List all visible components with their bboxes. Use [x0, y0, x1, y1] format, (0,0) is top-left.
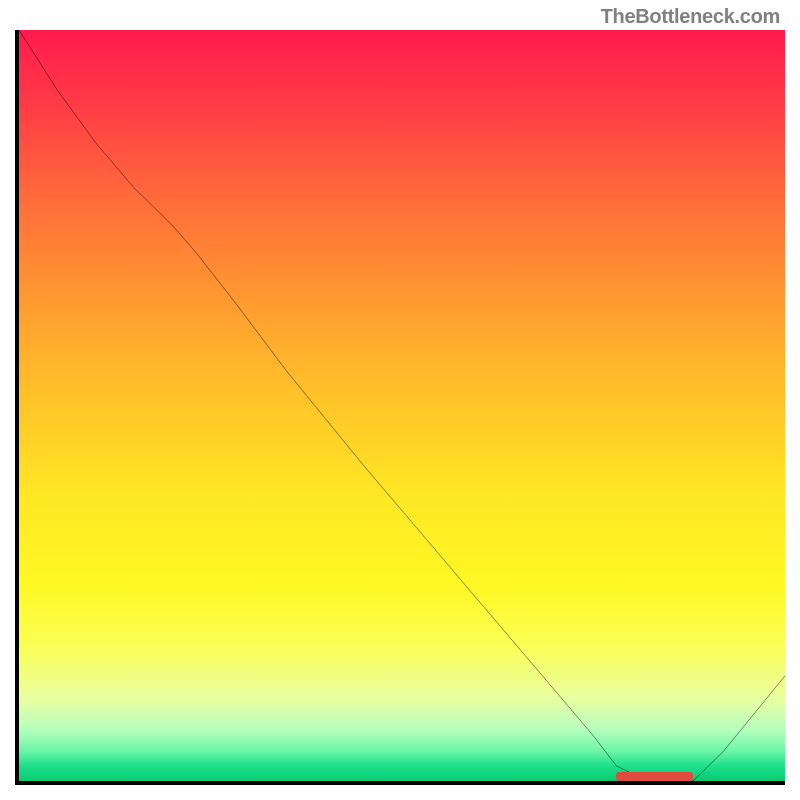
- bottleneck-curve: [19, 30, 785, 781]
- valley-marker: [616, 772, 693, 781]
- plot-inner: [19, 30, 785, 781]
- plot-area: [15, 30, 785, 785]
- attribution-label: TheBottleneck.com: [601, 6, 780, 29]
- chart-root: TheBottleneck.com: [0, 0, 800, 800]
